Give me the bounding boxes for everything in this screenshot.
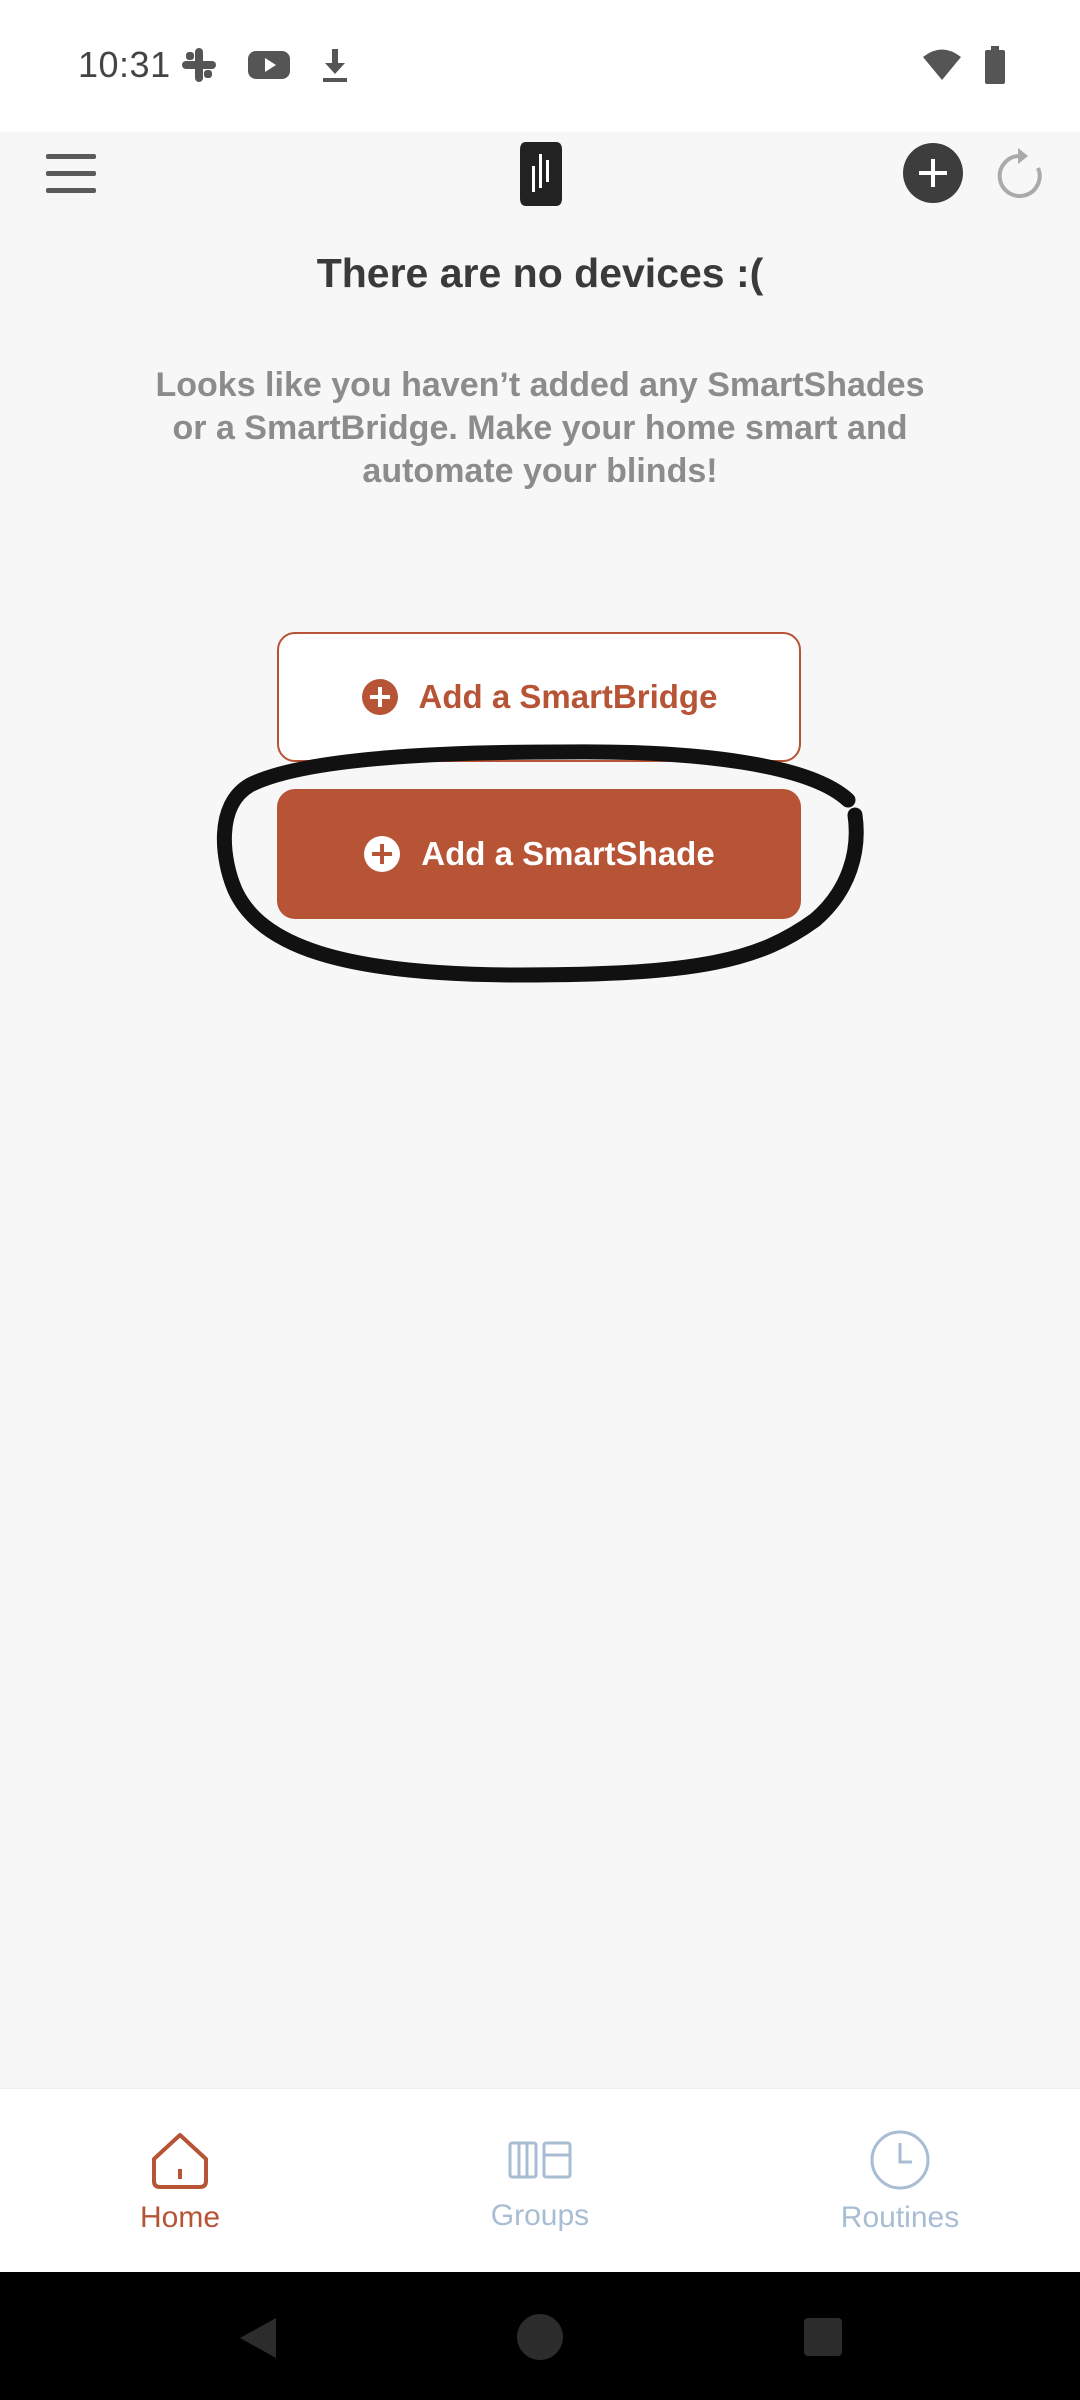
hamburger-menu-icon[interactable] bbox=[46, 154, 100, 202]
system-status-icons bbox=[922, 46, 1006, 84]
add-smartbridge-button[interactable]: Add a SmartBridge bbox=[277, 632, 801, 762]
nav-home-label: Home bbox=[139, 2201, 221, 2234]
page-title: There are no devices :( bbox=[316, 250, 764, 296]
add-circle-icon[interactable] bbox=[902, 142, 964, 204]
add-smartshade-label: Add a SmartShade bbox=[421, 835, 715, 872]
slack-icon bbox=[182, 48, 216, 82]
add-circle-icon bbox=[364, 836, 401, 872]
add-smartshade-button[interactable]: Add a SmartShade bbox=[277, 789, 801, 919]
nav-groups-label: Groups bbox=[490, 2199, 590, 2232]
nav-routines-label: Routines bbox=[840, 2201, 960, 2234]
add-circle-icon bbox=[361, 679, 398, 715]
download-icon bbox=[323, 49, 347, 82]
home-circle-icon[interactable] bbox=[515, 2312, 565, 2362]
annotation-circle bbox=[216, 744, 864, 983]
wifi-icon bbox=[923, 49, 961, 80]
recents-icon[interactable] bbox=[802, 2316, 844, 2358]
nav-routines[interactable]: Routines bbox=[720, 2089, 1080, 2272]
add-smartbridge-label: Add a SmartBridge bbox=[418, 678, 718, 715]
notification-icons bbox=[180, 46, 350, 84]
status-bar: 10:31 bbox=[0, 0, 1080, 132]
clock-icon bbox=[870, 2130, 930, 2190]
groups-icon bbox=[508, 2141, 572, 2179]
back-icon[interactable] bbox=[236, 2316, 278, 2360]
battery-icon bbox=[985, 46, 1005, 84]
app-logo-icon bbox=[520, 142, 562, 206]
home-icon bbox=[152, 2133, 208, 2189]
bottom-nav: Home Groups Routines bbox=[0, 2088, 1080, 2272]
nav-groups[interactable]: Groups bbox=[360, 2089, 720, 2272]
refresh-icon[interactable] bbox=[994, 144, 1046, 202]
youtube-icon bbox=[248, 51, 290, 79]
empty-state-description: Looks like you haven’t added any SmartSh… bbox=[155, 366, 925, 490]
system-nav-bar bbox=[0, 2272, 1080, 2400]
status-time: 10:31 bbox=[78, 44, 171, 85]
nav-home[interactable]: Home bbox=[0, 2089, 360, 2272]
